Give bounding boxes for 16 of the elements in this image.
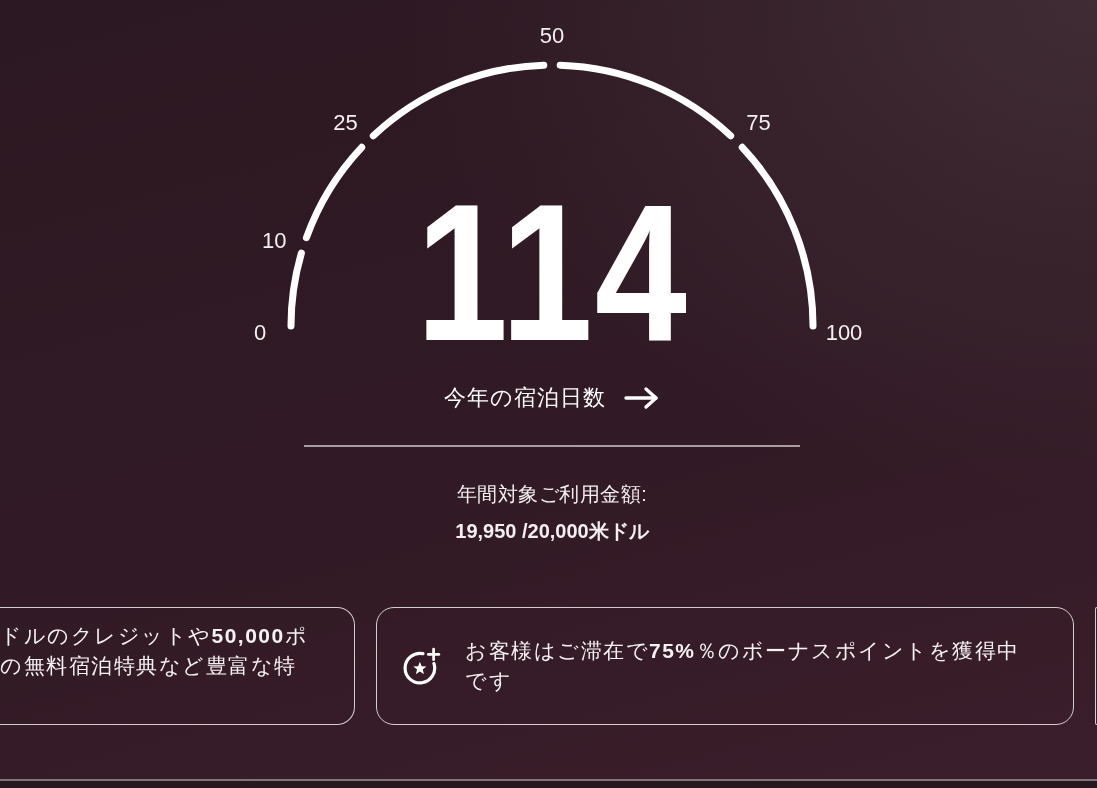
- card-text: お客様はご滞在で75%％のボーナスポイントを獲得中です: [465, 638, 1021, 694]
- card-text: ドルのクレジットや50,000ポ の無料宿泊特典など豊富な特: [0, 623, 309, 679]
- spend-amount: 19,950 /20,000米ドル: [455, 519, 649, 544]
- star-circle-plus-icon: [403, 647, 441, 685]
- gauge-tick-label: 25: [333, 110, 358, 136]
- gauge-tick-label: 0: [253, 320, 267, 346]
- gauge-tick-label: 50: [539, 23, 565, 49]
- promo-card[interactable]: ドルのクレジットや50,000ポ の無料宿泊特典など豊富な特: [0, 607, 355, 725]
- nights-count: 114: [415, 192, 689, 352]
- gauge-tick-label: 75: [746, 110, 771, 136]
- nights-link[interactable]: 今年の宿泊日数: [444, 383, 660, 413]
- gauge-tick-label: 10: [262, 228, 287, 255]
- arrow-right-icon: [624, 386, 660, 410]
- spend-label: 年間対象ご利用金額:: [456, 482, 648, 507]
- gauge-tick-label: 100: [825, 320, 863, 346]
- promo-card[interactable]: お客様はご滞在で75%％のボーナスポイントを獲得中です: [376, 607, 1074, 725]
